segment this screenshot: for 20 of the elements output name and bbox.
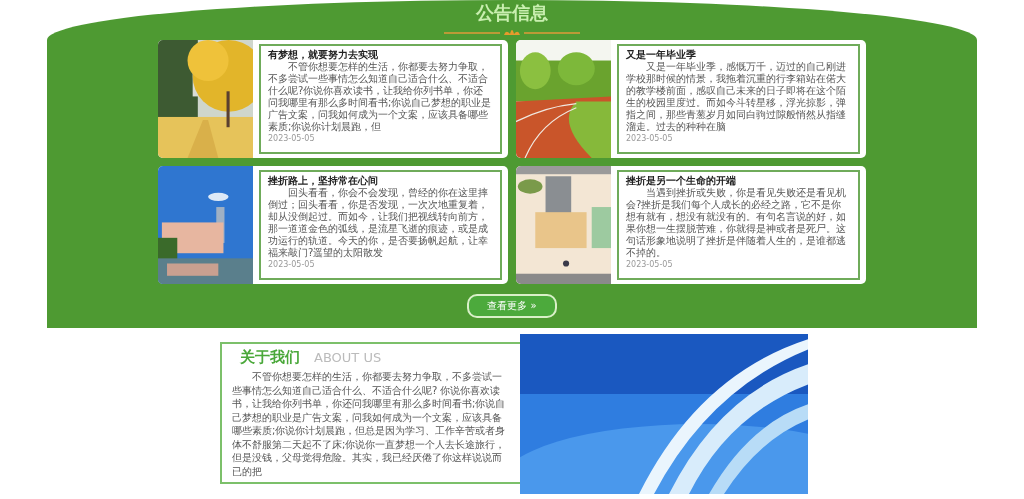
about-subtitle: ABOUT US: [314, 350, 382, 365]
notice-title[interactable]: 又是一年毕业季: [626, 48, 851, 61]
notice-excerpt: 回头看看，你会不会发现，曾经的你在这里摔倒过；回头看看，你是否发现，一次次地重复着，却从没倒起过。而如今，让我们把视线转向前方，那一道道金色的弧线，是流星飞逝的痕迹，或是成功运行的轨道。今天的你，是否要扬帆起航，让幸福来敲门?遥望的太阳散发: [268, 187, 489, 259]
section-title: 公告信息: [476, 2, 548, 24]
about-text: 不管你想要怎样的生活，你都要去努力争取，不多尝试一些事情怎么知道自己适合什么、不适合什么呢? 你说你喜欢读书，让我给你列书单，你还问我哪里有那么多时间看书;你说自己梦想的职业是广告文案，问我如何成为一个文案，应该具备哪些素质;你说你计划晨跑，但总是因为学习、工作辛苦或者身体不舒服第二天起不了床;你说你一直梦想一个人去长途旅行，但是没钱，父母觉得危险。其实，我已经厌倦了你这样说说而已的把: [232, 370, 507, 478]
notice-title[interactable]: 有梦想，就要努力去实现: [268, 48, 493, 61]
notice-title[interactable]: 挫折是另一个生命的开端: [626, 174, 851, 187]
notice-card[interactable]: 挫折路上，坚持常在心间 回头看看，你会不会发现，曾经的你在这里摔倒过；回头看看，你是否发现，一次次地重复着，却从没倒起过。而如今，让我们把视线转向前方，那一道道金色的弧线，是流星飞逝的痕迹，或是成功运行的轨道。今天的你，是否要扬帆起航，让幸福来敲门?遥望的太阳散发 2023-05-05: [158, 166, 508, 284]
notice-date: 2023-05-05: [268, 134, 316, 144]
notice-excerpt: 不管你想要怎样的生活，你都要去努力争取，不多尝试一些事情怎么知道自己适合什么、不适合什么呢?你说你喜欢读书，让我给你列书单，你还问我哪里有那么多时间看书;你说自己梦想的职业是广告文案，问我如何成为一个文案，应该具备哪些素质;你说你计划晨跑，但: [268, 61, 493, 133]
notice-date: 2023-05-05: [626, 260, 674, 270]
notice-date: 2023-05-05: [626, 134, 674, 144]
notice-excerpt: 当遇到挫折或失败，你是看见失败还是看见机会?挫折是我们每个人成长的必经之路，它不是你想有就有，想没有就没有的。有句名言说的好，如果你想一生摆脱苦难，你就得是神或者是死尸。这句话形象地说明了挫折是伴随着人生的，是谁都逃不掉的。: [626, 187, 847, 259]
notice-excerpt: 又是一年毕业季，感慨万千，迈过的自己刚进学校那时候的情景，我拖着沉重的行李箱站在偌大的教学楼前面，感叹自己未来的日子即将在这个陌生的校园里度过。而如今斗转星移，浮光掠影，弹指之间，那些青葱岁月如同白驹过隙般悄然从指缝溜走。过去的种种在脑: [626, 61, 847, 133]
notice-title[interactable]: 挫折路上，坚持常在心间: [268, 174, 493, 187]
notice-card[interactable]: 有梦想，就要努力去实现 不管你想要怎样的生活，你都要去努力争取，不多尝试一些事情怎么知道自己适合什么、不适合什么呢?你说你喜欢读书，让我给你列书单，你还问我哪里有那么多时间看书;你说自己梦想的职业是广告文案，问我如何成为一个文案，应该具备哪些素质;你说你计划晨跑，但 2023-05-05: [158, 40, 508, 158]
notice-date: 2023-05-05: [268, 260, 316, 270]
notice-card[interactable]: 挫折是另一个生命的开端 当遇到挫折或失败，你是看见失败还是看见机会?挫折是我们每个人成长的必经之路，它不是你想有就有，想没有就没有的。有句名言说的好，如果你想一生摆脱苦难，你就得是神或者是死尸。这句话形象地说明了挫折是伴随着人生的，是谁都逃不掉的。 2023-05-05: [516, 166, 866, 284]
about-title: 关于我们: [240, 348, 300, 367]
notice-card[interactable]: 又是一年毕业季 又是一年毕业季，感慨万千，迈过的自己刚进学校那时候的情景，我拖着沉重的行李箱站在偌大的教学楼前面，感叹自己未来的日子即将在这个陌生的校园里度过。而如今斗转星移，浮光掠影，弹指之间，那些青葱岁月如同白驹过隙般悄然从指缝溜走。过去的种种在脑 2023-05-05: [516, 40, 866, 158]
